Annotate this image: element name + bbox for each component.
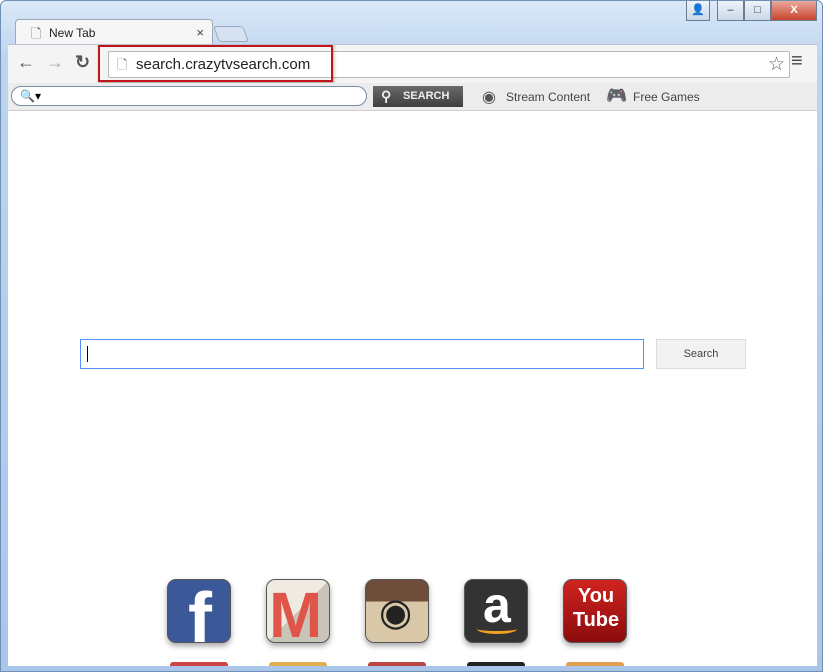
toolbar-search-button[interactable]: ⚲ SEARCH: [373, 86, 463, 107]
main-search-input[interactable]: [80, 339, 644, 369]
tab-close-icon[interactable]: ×: [196, 25, 204, 40]
gmail-app-icon[interactable]: M: [266, 579, 330, 643]
magnifier-icon: ⚲: [381, 88, 392, 104]
search-button-label: SEARCH: [403, 90, 450, 102]
main-search-button[interactable]: Search: [656, 339, 746, 369]
amazon-app-icon[interactable]: a: [464, 579, 528, 643]
forward-icon[interactable]: →: [46, 52, 64, 73]
url-highlight-box: [98, 45, 333, 82]
new-tab-button[interactable]: [213, 26, 249, 42]
app-icon-partial: [170, 662, 228, 666]
toolbar-search-input[interactable]: 🔍▾: [11, 86, 367, 106]
profile-button[interactable]: 👤: [686, 1, 710, 21]
app-icon-partial: [269, 662, 327, 666]
app-icon-partial: [368, 662, 426, 666]
tab-title: New Tab: [49, 26, 96, 40]
tab-new-tab[interactable]: 🗋 New Tab ×: [15, 19, 213, 45]
menu-icon[interactable]: ≡: [791, 50, 803, 73]
app-icon-partial: [566, 662, 624, 666]
back-icon[interactable]: ←: [17, 52, 35, 73]
bookmark-star-icon[interactable]: ☆: [768, 53, 785, 76]
reload-icon[interactable]: ↻: [75, 52, 90, 73]
camera-glyph: ◉: [379, 592, 413, 634]
gmail-glyph: M: [269, 579, 323, 643]
browser-window: 👤 – □ X 🗋 New Tab × ← → ↻ 🗋 search.crazy…: [0, 0, 823, 672]
close-window-button[interactable]: X: [771, 1, 817, 21]
amazon-smile: [477, 624, 517, 634]
minimize-button[interactable]: –: [717, 1, 744, 21]
facebook-glyph: f: [188, 579, 212, 643]
search-icon: 🔍▾: [20, 89, 41, 103]
page-content: Search f M ◉ a You Tube: [8, 111, 817, 666]
youtube-app-icon[interactable]: You Tube: [563, 579, 627, 643]
free-games-link[interactable]: Free Games: [633, 90, 700, 104]
app-icon-partial: [467, 662, 525, 666]
instagram-app-icon[interactable]: ◉: [365, 579, 429, 643]
broadcast-icon: ◉: [482, 89, 496, 106]
extension-toolbar: 🔍▾ ⚲ SEARCH ◉ Stream Content 🎮 Free Game…: [8, 83, 817, 111]
gamepad-icon: 🎮: [606, 86, 628, 105]
text-caret: [87, 346, 88, 362]
maximize-button[interactable]: □: [744, 1, 771, 21]
stream-content-link[interactable]: Stream Content: [506, 90, 590, 104]
youtube-glyph: You Tube: [572, 585, 620, 631]
facebook-app-icon[interactable]: f: [167, 579, 231, 643]
